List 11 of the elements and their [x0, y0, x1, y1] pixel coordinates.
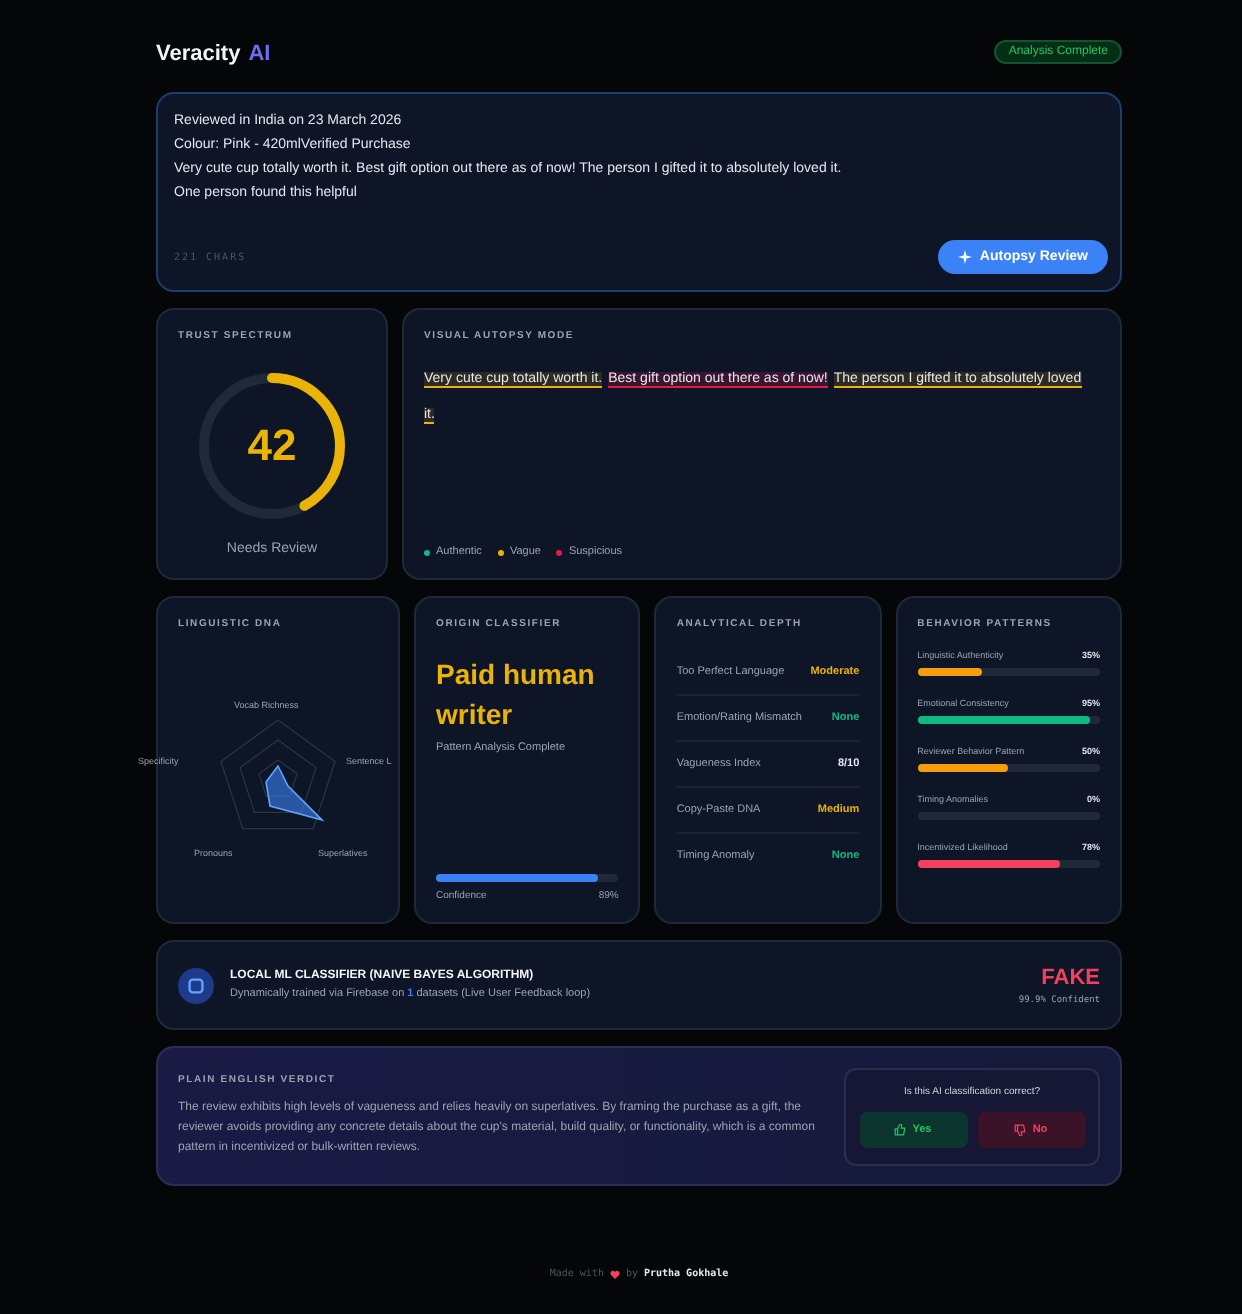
- ml-result: FAKE: [1041, 965, 1100, 989]
- sparkle-icon: [957, 250, 972, 264]
- brand-name: Veracity: [156, 42, 241, 66]
- heart-icon: [609, 1269, 620, 1279]
- trust-score: 42: [245, 420, 299, 472]
- thumbs-down-icon: [1014, 1123, 1027, 1135]
- thumbs-up-icon: [894, 1123, 907, 1135]
- brand-accent: AI: [248, 42, 271, 66]
- chip-icon: [178, 967, 214, 1003]
- review-input-field[interactable]: [156, 92, 1122, 292]
- origin-verdict: Paid human writer: [436, 656, 597, 734]
